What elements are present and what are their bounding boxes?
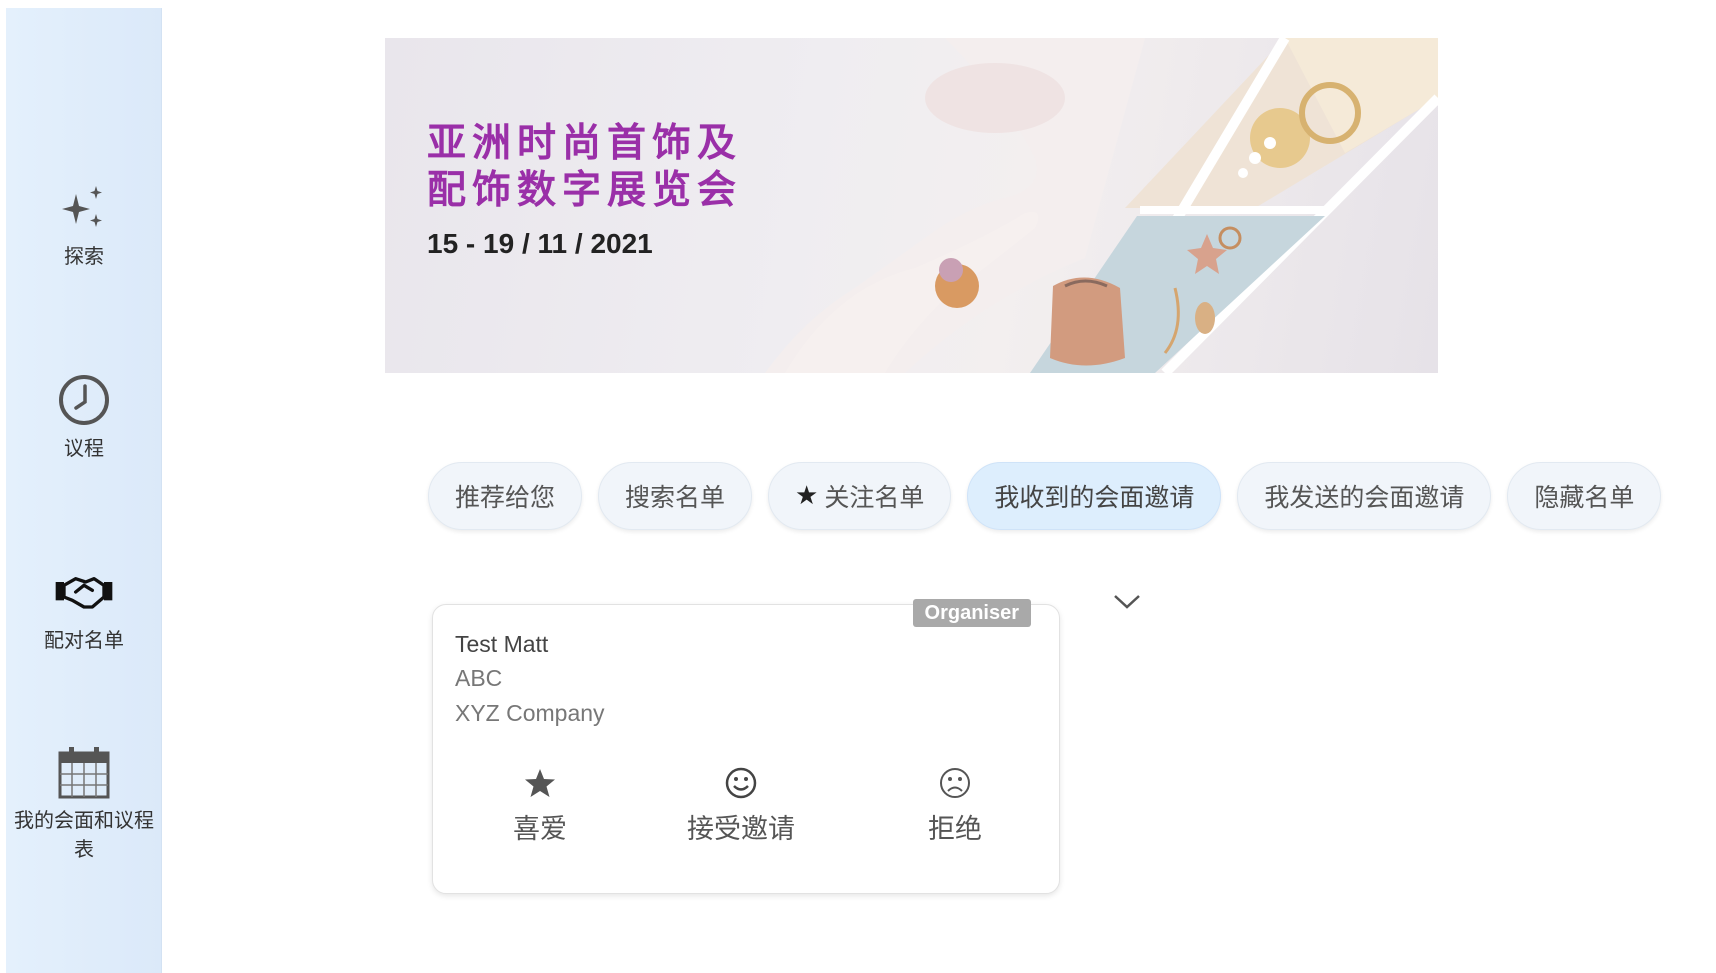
tab-hidden-list[interactable]: 隐藏名单 bbox=[1507, 462, 1662, 530]
tab-received-invitations[interactable]: 我收到的会面邀请 bbox=[967, 462, 1222, 530]
sidebar-item-label: 我的会面和议程表 bbox=[14, 808, 154, 861]
sidebar-item-label: 议程 bbox=[64, 436, 104, 460]
tab-search-list[interactable]: 搜索名单 bbox=[598, 462, 753, 530]
sidebar-item-label: 配对名单 bbox=[44, 628, 124, 652]
action-label: 喜爱 bbox=[513, 814, 567, 845]
banner-date: 15 - 19 / 11 / 2021 bbox=[427, 228, 653, 259]
contact-name[interactable]: Test Matt bbox=[455, 631, 548, 658]
calendar-icon bbox=[54, 742, 114, 802]
action-label: 拒绝 bbox=[928, 814, 982, 845]
list-tabs: 推荐给您 搜索名单 ★ 关注名单 我收到的会面邀请 我发送的会面邀请 隐藏名单 bbox=[428, 462, 1662, 530]
tab-sent-invitations[interactable]: 我发送的会面邀请 bbox=[1237, 462, 1492, 530]
sparkles-icon bbox=[54, 178, 114, 238]
invitation-card: Organiser Test Matt ABC XYZ Company 喜爱 接… bbox=[432, 599, 1060, 894]
decline-button[interactable]: 拒绝 bbox=[928, 765, 982, 846]
tab-followed[interactable]: ★ 关注名单 bbox=[768, 462, 952, 530]
banner-title: 亚洲时尚首饰及 配饰数字展览会 bbox=[427, 121, 743, 213]
star-icon: ★ bbox=[795, 481, 819, 511]
accept-invitation-button[interactable]: 接受邀请 bbox=[687, 765, 795, 846]
action-label: 接受邀请 bbox=[687, 814, 795, 845]
tab-label: 关注名单 bbox=[824, 483, 925, 512]
contact-company: XYZ Company bbox=[455, 700, 605, 726]
smile-icon bbox=[724, 765, 758, 801]
organiser-badge: Organiser bbox=[912, 599, 1031, 627]
event-banner: 亚洲时尚首饰及 配饰数字展览会 15 - 19 / 11 / 2021 bbox=[385, 38, 1438, 373]
sidebar: 探索 议程 配对名单 我的会面和议程表 bbox=[6, 8, 162, 973]
sidebar-item-agenda[interactable]: 议程 bbox=[6, 370, 162, 463]
clock-icon bbox=[54, 370, 114, 430]
chevron-down-icon[interactable] bbox=[1112, 590, 1142, 612]
sidebar-item-matches[interactable]: 配对名单 bbox=[6, 562, 162, 655]
sidebar-item-my-meetings[interactable]: 我的会面和议程表 bbox=[6, 742, 162, 864]
tab-label: 隐藏名单 bbox=[1534, 483, 1635, 512]
tab-label: 我发送的会面邀请 bbox=[1264, 483, 1465, 512]
tab-label: 我收到的会面邀请 bbox=[994, 483, 1195, 512]
tab-recommended[interactable]: 推荐给您 bbox=[428, 462, 583, 530]
contact-title: ABC bbox=[455, 665, 503, 691]
favourite-button[interactable]: 喜爱 bbox=[513, 765, 567, 846]
tab-label: 推荐给您 bbox=[455, 483, 556, 512]
frown-icon bbox=[938, 765, 972, 801]
sidebar-item-explore[interactable]: 探索 bbox=[6, 178, 162, 271]
tab-label: 搜索名单 bbox=[625, 483, 726, 512]
star-icon bbox=[524, 765, 556, 801]
handshake-icon bbox=[54, 562, 114, 622]
sidebar-item-label: 探索 bbox=[64, 244, 104, 268]
